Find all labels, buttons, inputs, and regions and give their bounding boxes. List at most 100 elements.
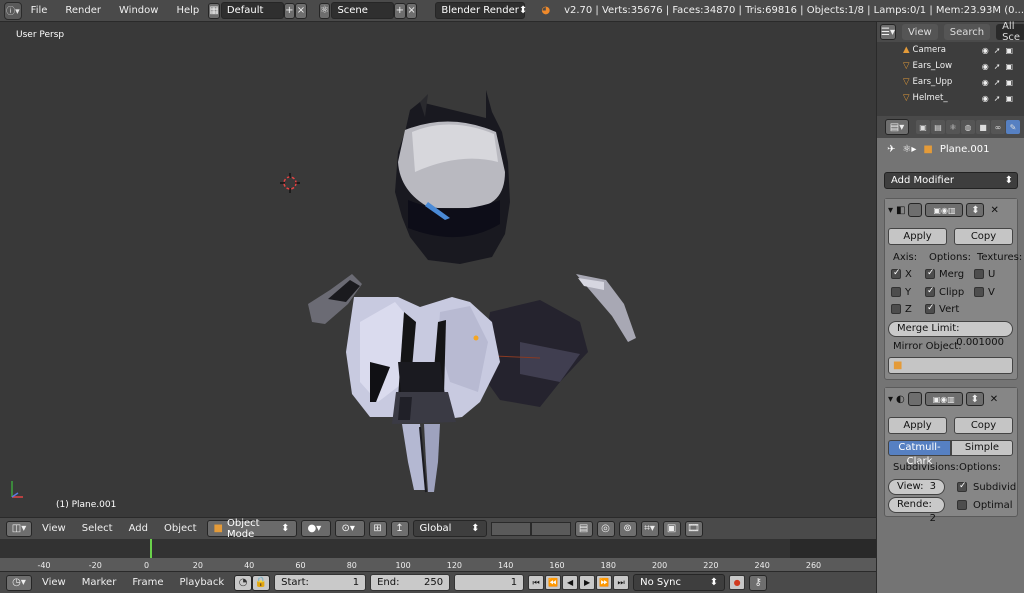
- marker-menu[interactable]: Marker: [76, 577, 123, 588]
- move-up-down-icon[interactable]: ⬍: [965, 392, 984, 406]
- 3d-view-editor-icon[interactable]: ◫▾: [6, 520, 32, 537]
- timeline-view-menu[interactable]: View: [36, 577, 72, 588]
- editor-type-button[interactable]: ⓘ▾: [4, 1, 22, 20]
- subsurf-copy-button[interactable]: Copy: [954, 417, 1013, 434]
- outliner-row-helmet[interactable]: ▽ Helmet_ ◉ ➚ ▣: [877, 90, 1024, 106]
- playback-menu[interactable]: Playback: [173, 577, 230, 588]
- name-field[interactable]: [908, 203, 923, 217]
- collapse-icon[interactable]: ▾: [888, 394, 893, 405]
- jump-start-icon[interactable]: ⏮: [528, 575, 545, 590]
- object-menu[interactable]: Object: [158, 523, 203, 534]
- timeline[interactable]: -40 -20 0 20 40 60 80 100 120 140 160 180 200 220 240 2…: [0, 539, 876, 571]
- sync-mode-select[interactable]: No Sync ⬍: [633, 574, 726, 591]
- shading-select[interactable]: ●▾: [300, 520, 331, 537]
- merge-checkbox[interactable]: [925, 268, 935, 279]
- visibility-toggles[interactable]: ▣◉▥: [925, 203, 964, 217]
- frame-menu[interactable]: Frame: [126, 577, 169, 588]
- outliner[interactable]: ☰▾ View Search All Sce ▲ Camera ◉ ➚ ▣ ▽ Ea…: [877, 21, 1024, 116]
- close-icon[interactable]: ✕: [990, 394, 998, 405]
- current-frame-field[interactable]: 1: [454, 574, 525, 591]
- view-levels-field[interactable]: View: 3: [888, 479, 945, 495]
- catmull-clark-button[interactable]: Catmull-Clark: [888, 440, 951, 467]
- world-tab-icon[interactable]: ◍: [961, 120, 975, 134]
- axis-y-checkbox[interactable]: [891, 287, 901, 297]
- scene-icon[interactable]: ⚛: [318, 2, 331, 19]
- mode-select[interactable]: ■ Object Mode ⬍: [206, 518, 297, 540]
- outliner-search-menu[interactable]: Search: [943, 24, 991, 40]
- proportional-edit-icon[interactable]: ◎: [596, 520, 615, 537]
- start-frame-field[interactable]: Start: 1: [274, 574, 367, 591]
- move-up-down-icon[interactable]: ⬍: [966, 203, 985, 217]
- add-screen-button[interactable]: +: [283, 2, 296, 19]
- menu-render[interactable]: Render: [56, 5, 110, 16]
- merge-limit-field[interactable]: Merge Limit: 0.001000: [888, 321, 1013, 348]
- select-menu[interactable]: Select: [76, 523, 119, 534]
- axis-z-checkbox[interactable]: [891, 304, 901, 314]
- visibility-toggles[interactable]: ▣◉▥: [924, 392, 963, 406]
- pin-icon[interactable]: ✈: [887, 144, 895, 155]
- subsurf-apply-button[interactable]: Apply: [888, 417, 947, 434]
- remove-scene-button[interactable]: ×: [405, 2, 418, 19]
- outliner-row-ears-low[interactable]: ▽ Ears_Low ◉ ➚ ▣: [877, 58, 1024, 74]
- outliner-row-camera[interactable]: ▲ Camera ◉ ➚ ▣: [877, 42, 1024, 58]
- translate-manipulator-icon[interactable]: ↥: [390, 520, 409, 537]
- modifiers-tab-icon[interactable]: ✎: [1006, 120, 1020, 134]
- preview-range-icon[interactable]: ◔: [234, 574, 253, 591]
- add-menu[interactable]: Add: [123, 523, 154, 534]
- transform-orientation-select[interactable]: Global ⬍: [412, 520, 487, 537]
- render-tab-icon[interactable]: ▣: [916, 120, 930, 134]
- outliner-editor-icon[interactable]: ☰▾: [880, 24, 896, 40]
- mirror-copy-button[interactable]: Copy: [954, 228, 1013, 245]
- 3d-cursor-icon[interactable]: [280, 173, 300, 193]
- jump-end-icon[interactable]: ⏭: [613, 575, 630, 590]
- collapse-icon[interactable]: ▾: [888, 205, 893, 216]
- screen-layout-field[interactable]: Default: [220, 2, 284, 19]
- render-animation-icon[interactable]: 🎞: [684, 520, 703, 537]
- row-toggles[interactable]: ◉ ➚ ▣: [982, 46, 1013, 55]
- timeline-channel[interactable]: [0, 539, 876, 558]
- subdivide-uvs-checkbox[interactable]: [957, 481, 967, 492]
- play-icon[interactable]: ▶: [579, 575, 596, 590]
- outliner-row-ears-upp[interactable]: ▽ Ears_Upp ◉ ➚ ▣: [877, 74, 1024, 90]
- name-field[interactable]: [907, 392, 922, 406]
- outliner-display-select[interactable]: All Sce: [996, 21, 1024, 43]
- remove-screen-button[interactable]: ×: [295, 2, 307, 19]
- close-icon[interactable]: ✕: [990, 205, 998, 216]
- lock-icon[interactable]: 🔒: [252, 574, 271, 591]
- view-menu[interactable]: View: [36, 523, 72, 534]
- pivot-select[interactable]: ⊙▾: [334, 520, 365, 537]
- screen-layout-icon[interactable]: ▦: [208, 2, 220, 19]
- layer-buttons[interactable]: [490, 521, 531, 536]
- render-engine-select[interactable]: Blender Render ⬍: [435, 2, 527, 19]
- 3d-viewport[interactable]: User Persp (1) Plane.001: [0, 22, 876, 517]
- menu-window[interactable]: Window: [110, 5, 167, 16]
- vertex-group-checkbox[interactable]: [925, 303, 935, 314]
- properties-editor-icon[interactable]: ▤▾: [885, 119, 909, 135]
- add-scene-button[interactable]: +: [394, 2, 406, 19]
- axis-x-checkbox[interactable]: [891, 268, 901, 279]
- mirror-object-field[interactable]: ■: [888, 357, 1013, 374]
- menu-help[interactable]: Help: [167, 5, 208, 16]
- snap-toggle-icon[interactable]: ⊚: [618, 520, 637, 537]
- render-still-icon[interactable]: ▣: [662, 520, 681, 537]
- end-frame-field[interactable]: End: 250: [370, 574, 451, 591]
- clipping-checkbox[interactable]: [925, 286, 935, 297]
- layer-buttons[interactable]: [530, 521, 571, 536]
- outliner-view-menu[interactable]: View: [901, 24, 938, 40]
- texture-v-checkbox[interactable]: [974, 287, 984, 297]
- mirror-apply-button[interactable]: Apply: [888, 228, 947, 245]
- row-toggles[interactable]: ◉ ➚ ▣: [982, 78, 1013, 87]
- scene-tab-icon[interactable]: ⚛: [946, 120, 960, 134]
- current-frame-marker[interactable]: [150, 539, 152, 558]
- snap-target-icon[interactable]: ⌗▾: [640, 520, 659, 537]
- row-toggles[interactable]: ◉ ➚ ▣: [982, 94, 1013, 103]
- layers-tab-icon[interactable]: ▤: [931, 120, 945, 134]
- menu-file[interactable]: File: [22, 5, 57, 16]
- prev-keyframe-icon[interactable]: ⏪: [545, 575, 562, 590]
- row-toggles[interactable]: ◉ ➚ ▣: [982, 62, 1013, 71]
- auto-keying-icon[interactable]: ●: [729, 575, 746, 590]
- constraints-tab-icon[interactable]: ∞: [991, 120, 1005, 134]
- add-modifier-dropdown[interactable]: Add Modifier ⬍: [884, 172, 1018, 189]
- manipulator-toggle-icon[interactable]: ⊞: [368, 520, 387, 537]
- layer-lock-icon[interactable]: ▤: [574, 520, 593, 537]
